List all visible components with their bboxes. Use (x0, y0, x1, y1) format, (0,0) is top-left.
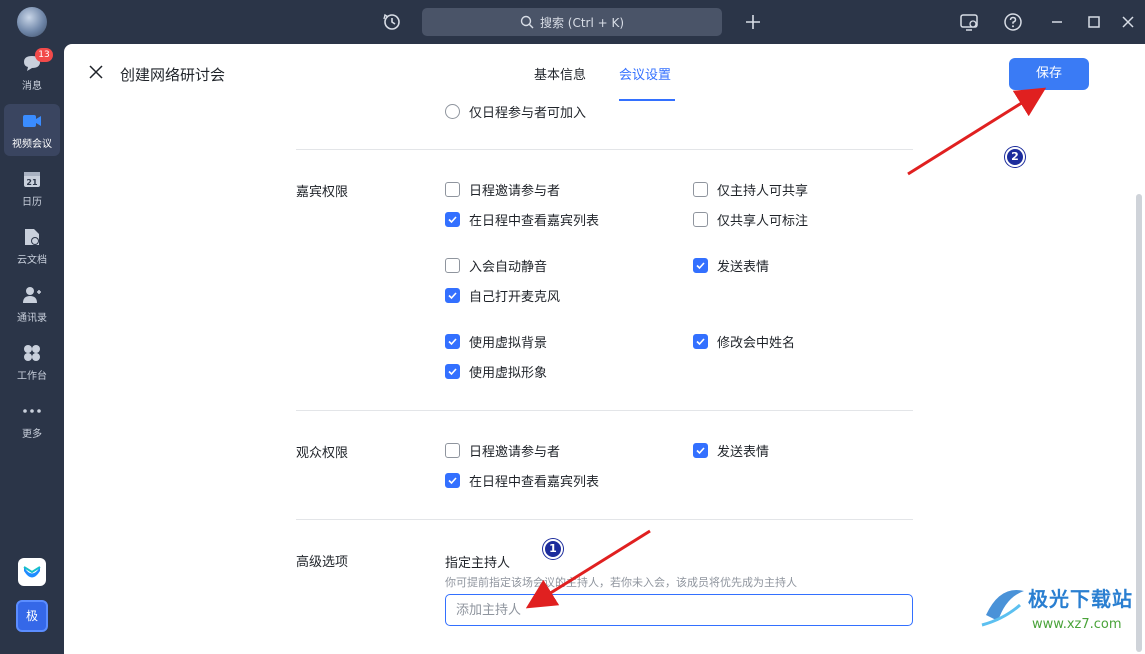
annotation-marker-2: 2 (1005, 147, 1025, 167)
annotation-overlay (525, 87, 1047, 609)
watermark-title: 极光下载站 (1028, 587, 1133, 611)
watermark-url: www.xz7.com (1032, 617, 1122, 632)
watermark: 极光下载站 www.xz7.com (980, 575, 1140, 651)
annotation-marker-1: 1 (543, 539, 563, 559)
watermark-logo-icon (981, 590, 1024, 627)
